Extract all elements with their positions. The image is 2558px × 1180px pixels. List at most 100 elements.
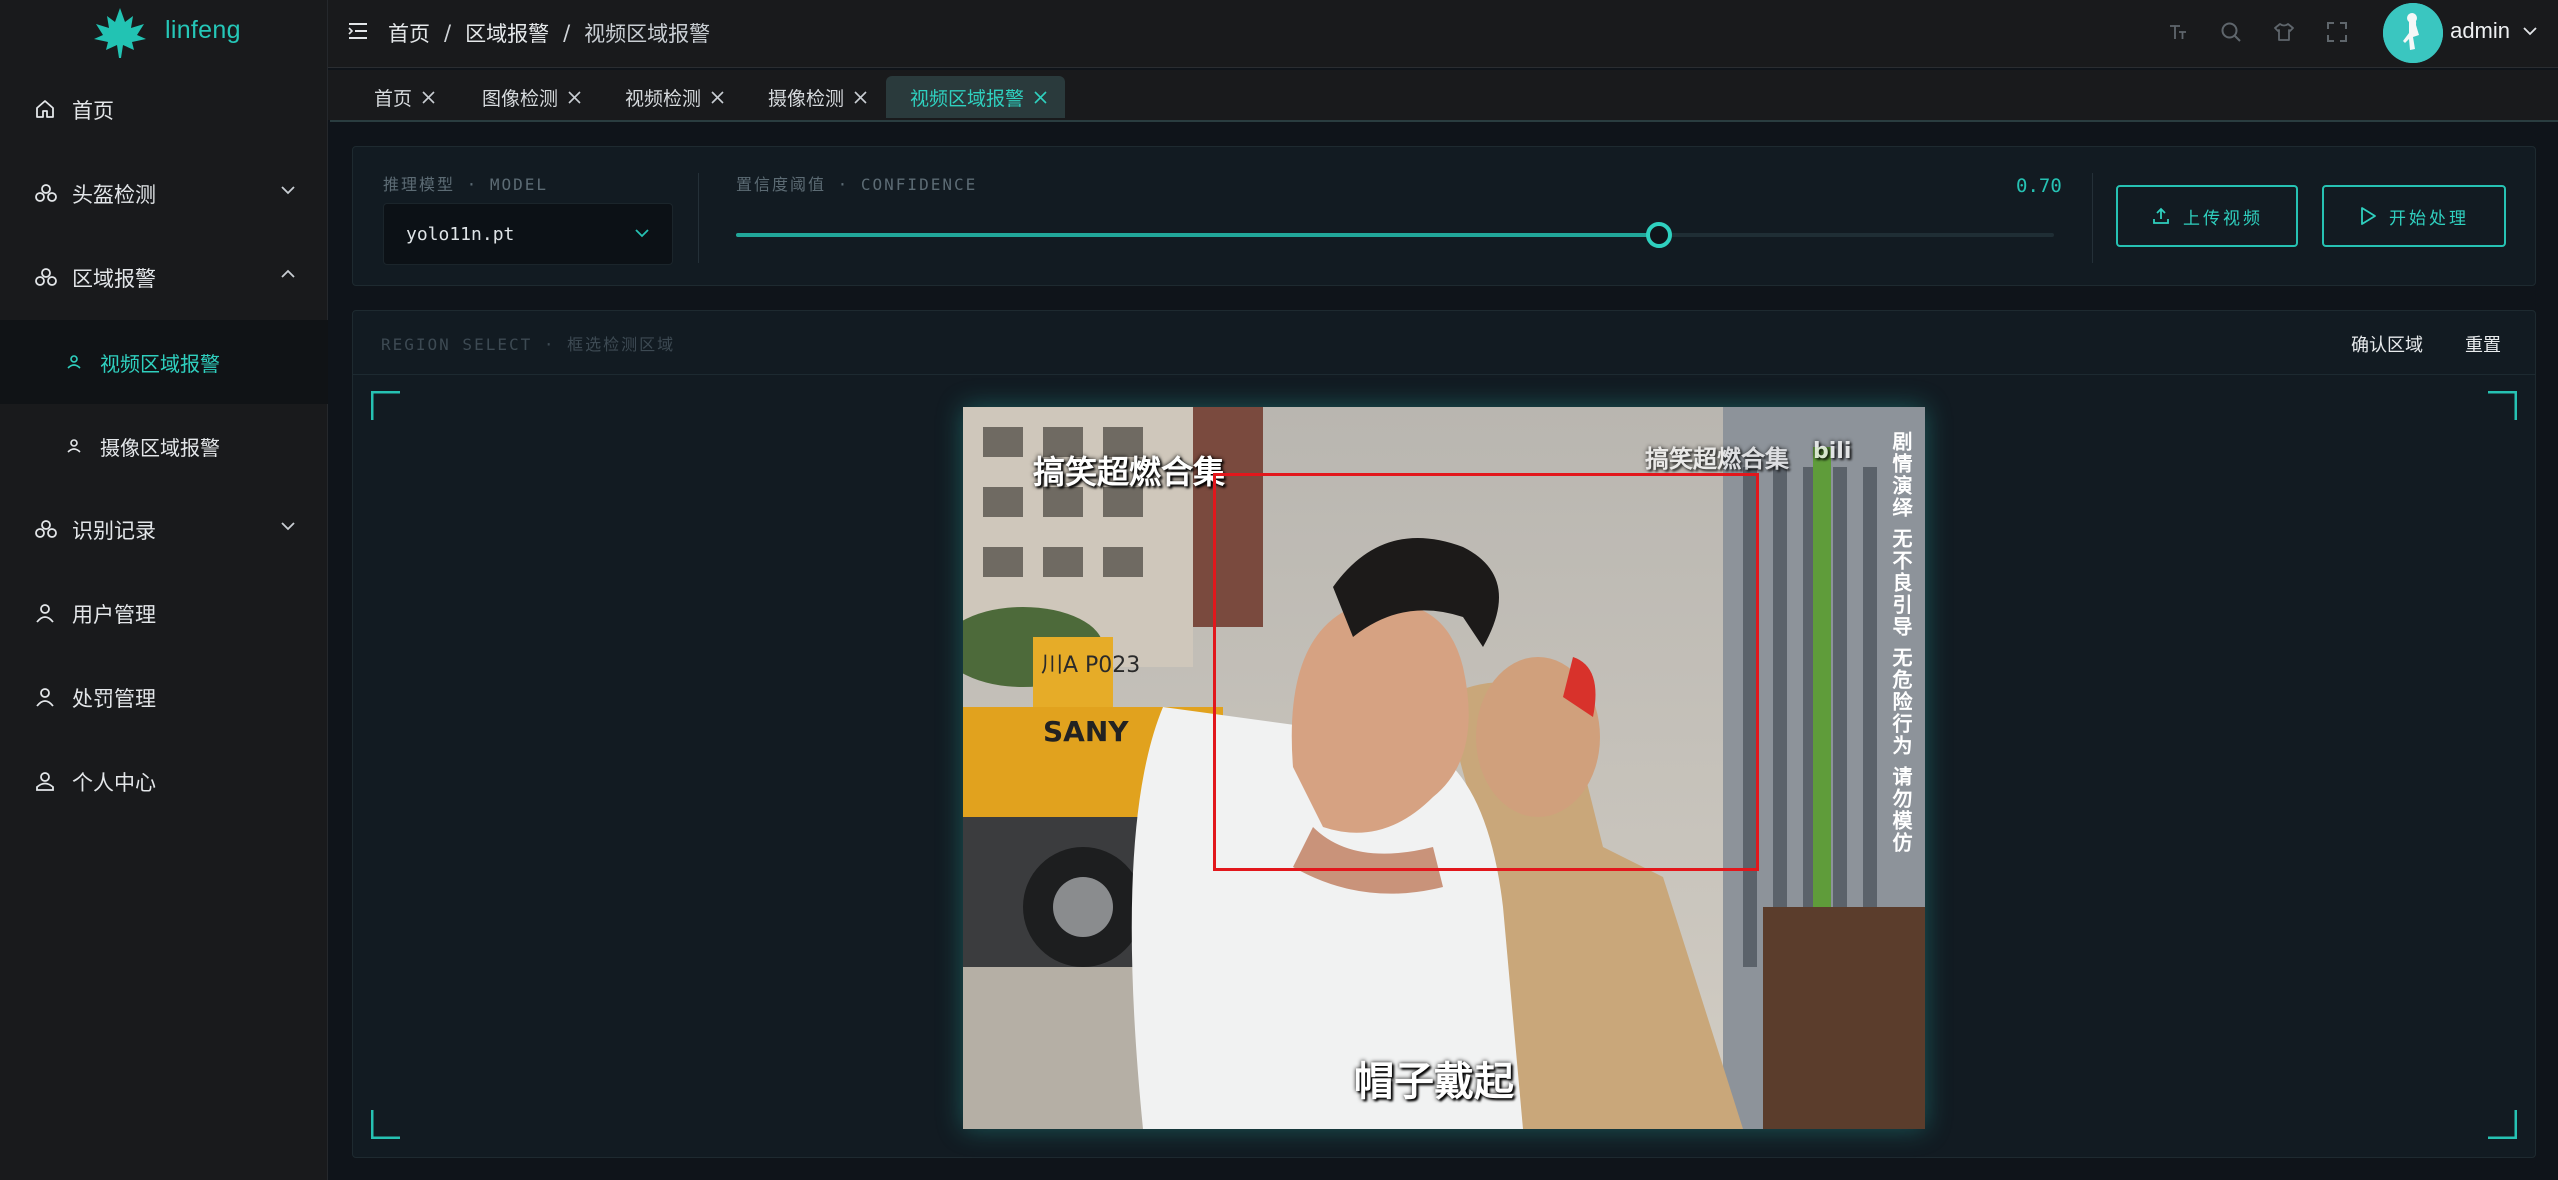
sany-sign: SANY bbox=[1043, 715, 1129, 748]
sidebar-item-label: 区域报警 bbox=[72, 267, 156, 291]
tab-label: 摄像检测 bbox=[768, 87, 845, 110]
tab-video-detection[interactable]: 视频检测 bbox=[625, 76, 738, 118]
sidebar-item-label: 视频区域报警 bbox=[100, 351, 220, 376]
close-icon[interactable] bbox=[422, 90, 435, 104]
model-select[interactable]: yolo11n.pt bbox=[383, 203, 673, 265]
tab-image-detection[interactable]: 图像检测 bbox=[482, 76, 595, 118]
sidebar-menu: 首页 头盔检测 区域报警 视频区域报警 摄像区域报警 识别记录 用户管理 处罚管… bbox=[0, 68, 328, 824]
fullscreen-icon[interactable] bbox=[2324, 19, 2350, 45]
breadcrumb-item-home[interactable]: 首页 bbox=[388, 18, 430, 48]
reset-button[interactable]: 重置 bbox=[2465, 331, 2501, 357]
home-icon bbox=[34, 98, 58, 122]
sidebar-item-home[interactable]: 首页 bbox=[0, 68, 328, 152]
start-processing-label: 开始处理 bbox=[2389, 208, 2469, 229]
confirm-region-button[interactable]: 确认区域 bbox=[2351, 331, 2423, 357]
slider-fill bbox=[736, 233, 1659, 237]
breadcrumb-separator: / bbox=[444, 21, 452, 45]
chevron-down-icon bbox=[635, 229, 649, 238]
user-icon bbox=[34, 602, 58, 626]
helmet-icon bbox=[34, 266, 58, 290]
avatar-figure-icon bbox=[2383, 3, 2443, 63]
sidebar-item-label: 头盔检测 bbox=[72, 183, 156, 207]
font-size-icon[interactable] bbox=[2165, 19, 2191, 45]
sidebar-item-camera-region-alarm[interactable]: 摄像区域报警 bbox=[0, 404, 328, 488]
corner-bracket-icon bbox=[371, 391, 400, 420]
sidebar-item-label: 用户管理 bbox=[72, 603, 156, 627]
confidence-slider[interactable] bbox=[736, 222, 2054, 248]
tab-label: 图像检测 bbox=[482, 87, 559, 110]
sidebar-item-label: 识别记录 bbox=[72, 519, 156, 543]
top-header: 首页 / 区域报警 / 视频区域报警 admin bbox=[328, 0, 2558, 68]
tab-video-region-alarm[interactable]: 视频区域报警 bbox=[886, 76, 1066, 118]
chevron-up-icon bbox=[281, 269, 295, 278]
person-icon bbox=[34, 770, 58, 794]
close-icon[interactable] bbox=[1034, 90, 1047, 104]
sidebar-item-records[interactable]: 识别记录 bbox=[0, 488, 328, 572]
user-icon bbox=[66, 438, 82, 454]
chevron-down-icon bbox=[281, 522, 295, 531]
start-processing-button[interactable]: 开始处理 bbox=[2322, 185, 2506, 247]
upload-video-label: 上传视频 bbox=[2183, 208, 2263, 229]
caption-top-right: 搞笑超燃合集 bbox=[1645, 445, 1789, 473]
upload-video-button[interactable]: 上传视频 bbox=[2116, 185, 2298, 247]
user-icon bbox=[34, 686, 58, 710]
main-content: 推理模型 · MODEL yolo11n.pt 置信度阈值 · CONFIDEN… bbox=[330, 120, 2558, 1180]
close-icon[interactable] bbox=[568, 90, 581, 104]
menu-fold-icon[interactable] bbox=[348, 22, 368, 40]
confidence-label: 置信度阈值 · CONFIDENCE bbox=[736, 175, 978, 194]
sidebar-item-penalty-management[interactable]: 处罚管理 bbox=[0, 656, 328, 740]
sidebar-item-label: 处罚管理 bbox=[72, 687, 156, 711]
video-frame-image: 川A P023 SANY 剧情演绎 无不良引导 无危险行为 请勿模仿 bbox=[963, 407, 1925, 1129]
corner-bracket-icon bbox=[371, 1110, 400, 1139]
divider bbox=[698, 173, 699, 263]
sidebar-item-region-alarm[interactable]: 区域报警 bbox=[0, 236, 328, 320]
close-icon[interactable] bbox=[711, 90, 724, 104]
avatar[interactable] bbox=[2383, 3, 2443, 63]
header-actions bbox=[2165, 19, 2350, 45]
search-icon[interactable] bbox=[2218, 19, 2244, 45]
helmet-icon bbox=[34, 182, 58, 206]
sidebar-item-label: 首页 bbox=[72, 99, 114, 123]
control-panel: 推理模型 · MODEL yolo11n.pt 置信度阈值 · CONFIDEN… bbox=[352, 146, 2536, 286]
sidebar-item-user-management[interactable]: 用户管理 bbox=[0, 572, 328, 656]
sidebar-item-video-region-alarm[interactable]: 视频区域报警 bbox=[0, 320, 328, 404]
sidebar: linfeng 首页 头盔检测 区域报警 视频区域报警 摄像区域报警 识别记录 … bbox=[0, 0, 328, 1180]
theme-shirt-icon[interactable] bbox=[2271, 19, 2297, 45]
plate-text: 川A P023 bbox=[1041, 653, 1140, 678]
chevron-down-icon[interactable] bbox=[2522, 26, 2538, 36]
breadcrumb-item-region-alarm[interactable]: 区域报警 bbox=[465, 18, 549, 48]
region-select-header: REGION SELECT · 框选检测区域 确认区域 重置 bbox=[353, 311, 2535, 375]
logo[interactable]: linfeng bbox=[0, 0, 327, 64]
caption-top-left: 搞笑超燃合集 bbox=[1033, 453, 1226, 491]
video-canvas[interactable]: 川A P023 SANY 剧情演绎 无不良引导 无危险行为 请勿模仿 搞笑超燃合… bbox=[963, 407, 1925, 1129]
bilibili-watermark: bili bbox=[1813, 439, 1852, 464]
maple-leaf-icon bbox=[94, 8, 146, 58]
model-label: 推理模型 · MODEL bbox=[383, 175, 549, 194]
slider-thumb[interactable] bbox=[1645, 222, 1672, 248]
sidebar-item-profile[interactable]: 个人中心 bbox=[0, 740, 328, 824]
logo-text: linfeng bbox=[165, 16, 241, 44]
play-icon bbox=[2361, 207, 2376, 225]
tab-home[interactable]: 首页 bbox=[374, 76, 449, 118]
tab-bar: 首页 图像检测 视频检测 摄像检测 视频区域报警 bbox=[328, 70, 2558, 120]
tab-label: 视频区域报警 bbox=[910, 87, 1025, 110]
corner-bracket-icon bbox=[2488, 391, 2517, 420]
divider bbox=[2092, 173, 2093, 263]
region-select-label: REGION SELECT · 框选检测区域 bbox=[381, 335, 676, 354]
tab-label: 首页 bbox=[374, 87, 413, 110]
sidebar-item-label: 个人中心 bbox=[72, 771, 156, 795]
close-icon[interactable] bbox=[854, 90, 867, 104]
breadcrumb-item-current: 视频区域报警 bbox=[584, 22, 711, 46]
tab-label: 视频检测 bbox=[625, 87, 702, 110]
tab-camera-detection[interactable]: 摄像检测 bbox=[768, 76, 881, 118]
user-name[interactable]: admin bbox=[2450, 18, 2510, 44]
sidebar-item-helmet-detection[interactable]: 头盔检测 bbox=[0, 152, 328, 236]
corner-bracket-icon bbox=[2488, 1110, 2517, 1139]
confidence-value: 0.70 bbox=[2016, 175, 2062, 197]
sidebar-item-label: 摄像区域报警 bbox=[100, 435, 220, 460]
helmet-icon bbox=[34, 518, 58, 542]
user-icon bbox=[66, 354, 82, 370]
breadcrumb-separator: / bbox=[563, 21, 571, 45]
model-select-value: yolo11n.pt bbox=[406, 223, 515, 245]
video-subtitle: 帽子戴起 bbox=[1354, 1059, 1514, 1105]
